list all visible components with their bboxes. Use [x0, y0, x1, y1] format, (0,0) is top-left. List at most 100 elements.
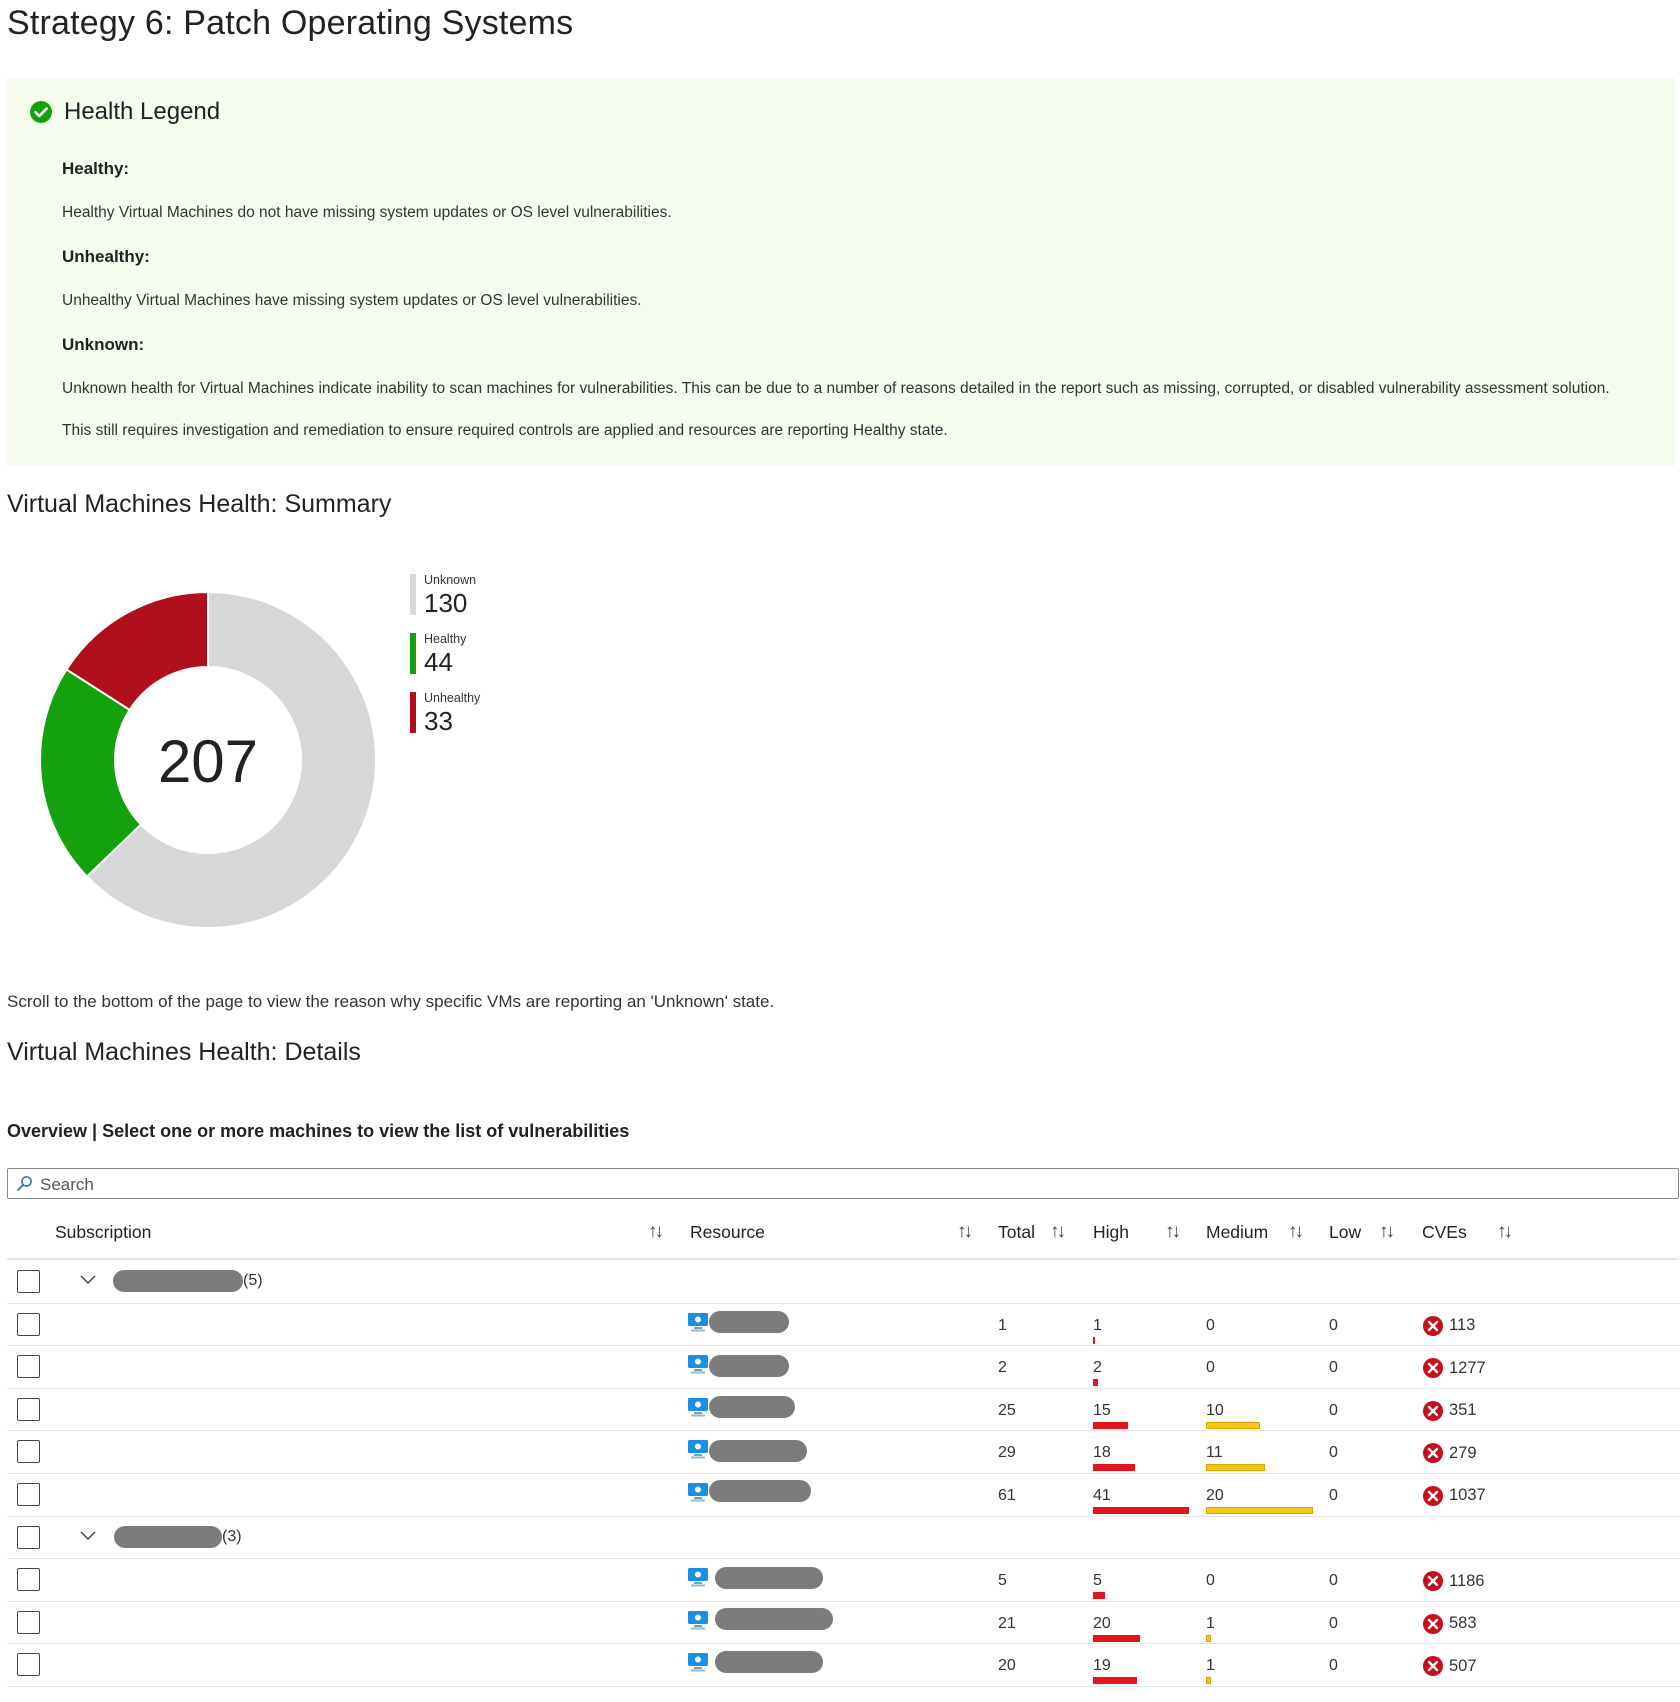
- unhealthy-label: Unhealthy:: [62, 247, 150, 266]
- page-title: Strategy 6: Patch Operating Systems: [7, 4, 574, 42]
- low-cell: 0: [1329, 1614, 1338, 1632]
- unknown-state-note: Scroll to the bottom of the page to view…: [7, 992, 775, 1011]
- high-bar: [1093, 1506, 1189, 1514]
- sort-subscription-icon[interactable]: ↑↓: [648, 1221, 664, 1243]
- low-cell: 0: [1329, 1657, 1338, 1675]
- total-cell: 1: [998, 1316, 1007, 1334]
- virtual-machine-icon: [688, 1610, 708, 1630]
- high-bar: [1093, 1464, 1136, 1472]
- cve-cell[interactable]: 507: [1422, 1655, 1477, 1677]
- high-cell: 15: [1093, 1401, 1111, 1419]
- group-row[interactable]: (5): [7, 1261, 1679, 1304]
- high-bar: [1093, 1634, 1140, 1642]
- virtual-machine-icon: [688, 1568, 708, 1587]
- medium-bar: [1206, 1421, 1260, 1429]
- column-header-cves[interactable]: CVEs: [1422, 1222, 1467, 1243]
- row-checkbox[interactable]: [17, 1355, 40, 1379]
- medium-cell: 1: [1206, 1657, 1215, 1675]
- total-cell: 20: [998, 1657, 1016, 1675]
- chevron-down-icon[interactable]: [79, 1526, 97, 1544]
- table-row[interactable]: 61 41 20 0 1037: [7, 1474, 1679, 1517]
- health-legend-header[interactable]: Health Legend: [29, 98, 220, 126]
- chevron-down-icon[interactable]: [79, 1270, 97, 1288]
- medium-cell: 0: [1206, 1316, 1215, 1334]
- table-row[interactable]: 21 20 1 0 583: [7, 1602, 1679, 1645]
- table-row[interactable]: 25 15 10 0 351: [7, 1389, 1679, 1432]
- virtual-machine-icon: [688, 1653, 708, 1672]
- row-checkbox[interactable]: [17, 1568, 40, 1592]
- column-header-resource[interactable]: Resource: [690, 1222, 765, 1243]
- cve-cell[interactable]: 1277: [1422, 1357, 1486, 1379]
- row-checkbox[interactable]: [17, 1653, 40, 1677]
- column-header-high[interactable]: High: [1093, 1222, 1129, 1243]
- cve-cell[interactable]: 279: [1422, 1442, 1477, 1464]
- search-input[interactable]: [38, 1172, 642, 1197]
- cve-cell[interactable]: 351: [1422, 1400, 1477, 1422]
- chart-legend: Unknown 130 Healthy 44 Unhealthy 33: [410, 572, 480, 749]
- unknown-description: Unknown health for Virtual Machines indi…: [62, 380, 1610, 397]
- error-x-icon: [1423, 1656, 1443, 1677]
- total-cell: 2: [998, 1359, 1007, 1377]
- row-checkbox[interactable]: [17, 1397, 40, 1421]
- row-checkbox[interactable]: [17, 1610, 40, 1634]
- medium-bar: [1206, 1677, 1212, 1685]
- table-row[interactable]: 20 19 1 0 507: [7, 1644, 1679, 1687]
- group-count: (5): [243, 1272, 263, 1289]
- table-row[interactable]: 5 5 0 0 1186: [7, 1559, 1679, 1602]
- sort-total-icon[interactable]: ↑↓: [1050, 1221, 1066, 1243]
- legend-value: 44: [424, 647, 453, 677]
- table-row[interactable]: 1 1 0 0 113: [7, 1304, 1679, 1347]
- cve-cell[interactable]: 583: [1422, 1613, 1477, 1635]
- header-divider: [7, 1258, 1679, 1260]
- low-cell: 0: [1329, 1316, 1338, 1334]
- cve-count: 1186: [1449, 1571, 1485, 1590]
- group-row[interactable]: (3): [7, 1517, 1679, 1560]
- low-cell: 0: [1329, 1572, 1338, 1590]
- row-checkbox[interactable]: [17, 1312, 40, 1336]
- column-header-medium[interactable]: Medium: [1206, 1222, 1268, 1243]
- unhealthy-description: Unhealthy Virtual Machines have missing …: [62, 292, 642, 309]
- healthy-label: Healthy:: [62, 159, 130, 178]
- sort-medium-icon[interactable]: ↑↓: [1288, 1221, 1304, 1243]
- column-header-subscription[interactable]: Subscription: [55, 1222, 151, 1243]
- group-count: (3): [222, 1527, 242, 1545]
- high-cell: 41: [1093, 1486, 1111, 1504]
- cve-cell[interactable]: 1037: [1422, 1485, 1486, 1507]
- high-cell: 19: [1093, 1657, 1111, 1675]
- redacted-resource-name: [709, 1479, 811, 1502]
- medium-cell: 10: [1206, 1401, 1224, 1419]
- error-x-icon: [1423, 1315, 1443, 1336]
- table-row[interactable]: 29 18 11 0 279: [7, 1431, 1679, 1474]
- table-row[interactable]: 2 2 0 0 1277: [7, 1346, 1679, 1389]
- medium-cell: 0: [1206, 1359, 1215, 1377]
- legend-item-unhealthy[interactable]: Unhealthy 33: [410, 690, 480, 749]
- column-header-low[interactable]: Low: [1329, 1222, 1361, 1243]
- cve-cell[interactable]: 1186: [1422, 1570, 1484, 1592]
- cve-count: 1037: [1449, 1486, 1486, 1505]
- error-x-icon: [1423, 1443, 1443, 1464]
- error-x-icon: [1423, 1358, 1443, 1379]
- row-checkbox[interactable]: [17, 1482, 40, 1506]
- column-header-total[interactable]: Total: [998, 1222, 1035, 1243]
- legend-item-unknown[interactable]: Unknown 130: [410, 572, 480, 631]
- row-checkbox[interactable]: [17, 1270, 40, 1293]
- legend-label: Healthy: [424, 632, 467, 646]
- high-cell: 2: [1093, 1359, 1102, 1377]
- legend-item-healthy[interactable]: Healthy 44: [410, 631, 480, 690]
- health-legend-body: Healthy: Healthy Virtual Machines do not…: [62, 157, 1669, 463]
- medium-cell: 0: [1206, 1572, 1215, 1590]
- search-box[interactable]: [7, 1168, 1679, 1199]
- redacted-resource-name: [709, 1310, 789, 1333]
- summary-title: Virtual Machines Health: Summary: [7, 490, 392, 518]
- sort-high-icon[interactable]: ↑↓: [1165, 1221, 1181, 1243]
- high-bar: [1093, 1421, 1129, 1429]
- row-checkbox[interactable]: [17, 1525, 40, 1549]
- sort-resource-icon[interactable]: ↑↓: [957, 1221, 973, 1243]
- cve-cell[interactable]: 113: [1422, 1315, 1475, 1337]
- row-checkbox[interactable]: [17, 1440, 40, 1464]
- sort-low-icon[interactable]: ↑↓: [1379, 1221, 1395, 1243]
- details-title: Virtual Machines Health: Details: [7, 1038, 361, 1066]
- legend-swatch: [410, 633, 416, 674]
- sort-cves-icon[interactable]: ↑↓: [1497, 1221, 1513, 1243]
- high-bar: [1093, 1592, 1105, 1600]
